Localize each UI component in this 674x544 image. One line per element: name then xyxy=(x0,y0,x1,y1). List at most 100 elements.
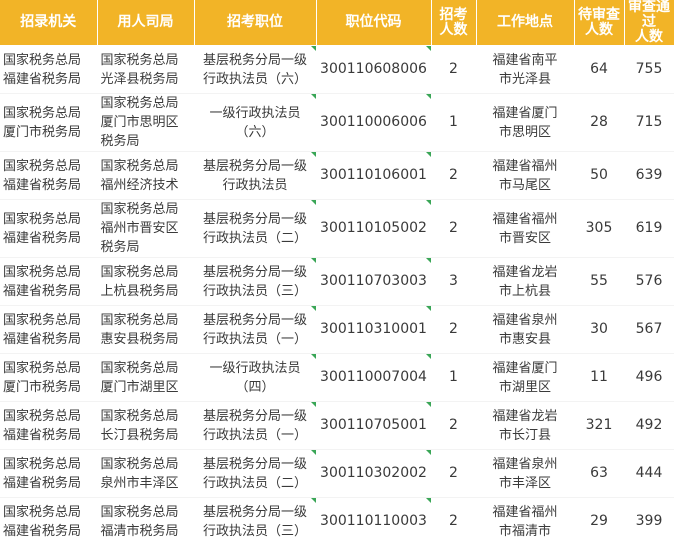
cell-quota-text: 2 xyxy=(449,61,458,77)
cell-employer: 国家税务总局 惠安县税务局 xyxy=(97,305,195,354)
cell-position: 基层税务分局一级 行政执法员（一） xyxy=(194,401,317,450)
comment-marker-icon xyxy=(310,152,315,157)
cell-position-code: 300110608006 xyxy=(316,45,432,94)
comment-marker-icon xyxy=(310,258,315,263)
cell-quota-text: 2 xyxy=(449,167,458,183)
cell-pending: 55 xyxy=(574,257,625,306)
cell-position-code-text: 300110703003 xyxy=(320,273,427,289)
cell-location-text: 福建省泉州 市丰泽区 xyxy=(492,456,558,491)
cell-position-text: 基层税务分局一级 行政执法员（一） xyxy=(202,312,307,347)
cell-employer-text: 国家税务总局 福州经济技术 xyxy=(100,158,179,193)
header-position-code: 职位代码 xyxy=(316,0,432,46)
cell-passed: 492 xyxy=(624,401,674,450)
cell-employer-text: 国家税务总局 泉州市丰泽区 xyxy=(100,456,179,491)
cell-employer: 国家税务总局 厦门市湖里区 xyxy=(97,353,195,402)
cell-passed: 619 xyxy=(624,199,674,258)
cell-position: 基层税务分局一级 行政执法员（二） xyxy=(194,449,317,498)
cell-quota: 2 xyxy=(431,45,477,94)
cell-position-code-text: 300110310001 xyxy=(320,321,427,337)
cell-recruit-org: 国家税务总局 福建省税务局 xyxy=(0,449,98,498)
cell-pending-text: 50 xyxy=(590,167,608,183)
cell-employer: 国家税务总局 福州经济技术 xyxy=(97,151,195,200)
cell-recruit-org: 国家税务总局 厦门市税务局 xyxy=(0,353,98,402)
cell-quota: 2 xyxy=(431,497,477,544)
comment-marker-icon xyxy=(310,354,315,359)
comment-marker-icon xyxy=(425,498,430,503)
cell-employer-text: 国家税务总局 厦门市湖里区 xyxy=(100,360,179,395)
cell-position-text: 基层税务分局一级 行政执法员（三） xyxy=(202,504,307,539)
cell-employer: 国家税务总局 福州市晋安区 税务局 xyxy=(97,199,195,258)
table-row: 国家税务总局 福建省税务局 国家税务总局 长汀县税务局 基层税务分局一级 行政执法员… xyxy=(0,401,674,450)
cell-position-code: 300110007004 xyxy=(316,353,432,402)
cell-quota-text: 2 xyxy=(449,417,458,433)
cell-quota: 1 xyxy=(431,93,477,152)
cell-passed-text: 496 xyxy=(635,369,663,385)
cell-position-code-text: 300110007004 xyxy=(320,369,427,385)
cell-recruit-org-text: 国家税务总局 厦门市税务局 xyxy=(3,360,82,395)
cell-location-text: 福建省龙岩 市长汀县 xyxy=(492,408,558,443)
cell-location: 福建省泉州 市丰泽区 xyxy=(476,449,575,498)
cell-employer: 国家税务总局 福清市税务局 xyxy=(97,497,195,544)
cell-position-code-text: 300110608006 xyxy=(320,61,427,77)
comment-marker-icon xyxy=(310,402,315,407)
cell-recruit-org-text: 国家税务总局 福建省税务局 xyxy=(3,52,82,87)
cell-recruit-org: 国家税务总局 福建省税务局 xyxy=(0,151,98,200)
cell-employer-text: 国家税务总局 惠安县税务局 xyxy=(100,312,179,347)
cell-location: 福建省龙岩 市上杭县 xyxy=(476,257,575,306)
header-employer: 用人司局 xyxy=(97,0,195,46)
cell-pending: 11 xyxy=(574,353,625,402)
cell-employer: 国家税务总局 光泽县税务局 xyxy=(97,45,195,94)
header-pending: 待审查 人数 xyxy=(574,0,625,46)
comment-marker-icon xyxy=(425,402,430,407)
cell-passed: 567 xyxy=(624,305,674,354)
comment-marker-icon xyxy=(425,94,430,99)
cell-pending-text: 55 xyxy=(590,273,608,289)
cell-position: 基层税务分局一级 行政执法员（一） xyxy=(194,305,317,354)
cell-passed: 496 xyxy=(624,353,674,402)
cell-recruit-org-text: 国家税务总局 福建省税务局 xyxy=(3,158,82,193)
cell-quota: 1 xyxy=(431,353,477,402)
cell-quota-text: 2 xyxy=(449,513,458,529)
cell-employer: 国家税务总局 上杭县税务局 xyxy=(97,257,195,306)
cell-recruit-org: 国家税务总局 福建省税务局 xyxy=(0,45,98,94)
cell-position-code-text: 300110110003 xyxy=(320,513,427,529)
cell-position-code-text: 300110106001 xyxy=(320,167,427,183)
cell-position: 一级行政执法员 （六） xyxy=(194,93,317,152)
cell-position: 基层税务分局一级 行政执法员（三） xyxy=(194,257,317,306)
cell-passed-text: 576 xyxy=(635,273,663,289)
cell-location: 福建省泉州 市惠安县 xyxy=(476,305,575,354)
cell-location: 福建省龙岩 市长汀县 xyxy=(476,401,575,450)
cell-position-code: 300110105002 xyxy=(316,199,432,258)
comment-marker-icon xyxy=(425,152,430,157)
comment-marker-icon xyxy=(310,498,315,503)
cell-position-code: 300110106001 xyxy=(316,151,432,200)
cell-location-text: 福建省福州 市马尾区 xyxy=(492,158,558,193)
comment-marker-icon xyxy=(425,258,430,263)
cell-position: 基层税务分局一级 行政执法员 xyxy=(194,151,317,200)
comment-marker-icon xyxy=(425,306,430,311)
cell-pending: 64 xyxy=(574,45,625,94)
header-position: 招考职位 xyxy=(194,0,317,46)
cell-quota: 2 xyxy=(431,449,477,498)
table-row: 国家税务总局 福建省税务局 国家税务总局 福州经济技术 基层税务分局一级 行政执法员… xyxy=(0,151,674,200)
table-row: 国家税务总局 福建省税务局 国家税务总局 惠安县税务局 基层税务分局一级 行政执法员… xyxy=(0,305,674,354)
table-row: 国家税务总局 福建省税务局 国家税务总局 光泽县税务局 基层税务分局一级 行政执法员… xyxy=(0,45,674,94)
cell-passed: 639 xyxy=(624,151,674,200)
cell-position: 基层税务分局一级 行政执法员（二） xyxy=(194,199,317,258)
cell-location-text: 福建省泉州 市惠安县 xyxy=(492,312,558,347)
cell-pending: 28 xyxy=(574,93,625,152)
results-table: 招录机关 用人司局 招考职位 职位代码 招考 人数 工作地点 待审查 人数 审查… xyxy=(0,0,674,544)
cell-recruit-org-text: 国家税务总局 厦门市税务局 xyxy=(3,105,82,140)
cell-location: 福建省厦门 市思明区 xyxy=(476,93,575,152)
comment-marker-icon xyxy=(425,200,430,205)
cell-passed: 399 xyxy=(624,497,674,544)
comment-marker-icon xyxy=(310,46,315,51)
cell-recruit-org-text: 国家税务总局 福建省税务局 xyxy=(3,408,82,443)
cell-location-text: 福建省厦门 市思明区 xyxy=(492,105,558,140)
table-row: 国家税务总局 福建省税务局 国家税务总局 上杭县税务局 基层税务分局一级 行政执法员… xyxy=(0,257,674,306)
table-row: 国家税务总局 福建省税务局 国家税务总局 福清市税务局 基层税务分局一级 行政执法员… xyxy=(0,497,674,544)
cell-recruit-org-text: 国家税务总局 福建省税务局 xyxy=(3,264,82,299)
cell-employer-text: 国家税务总局 福州市晋安区 税务局 xyxy=(100,202,179,255)
header-quota: 招考 人数 xyxy=(431,0,477,46)
cell-passed: 444 xyxy=(624,449,674,498)
